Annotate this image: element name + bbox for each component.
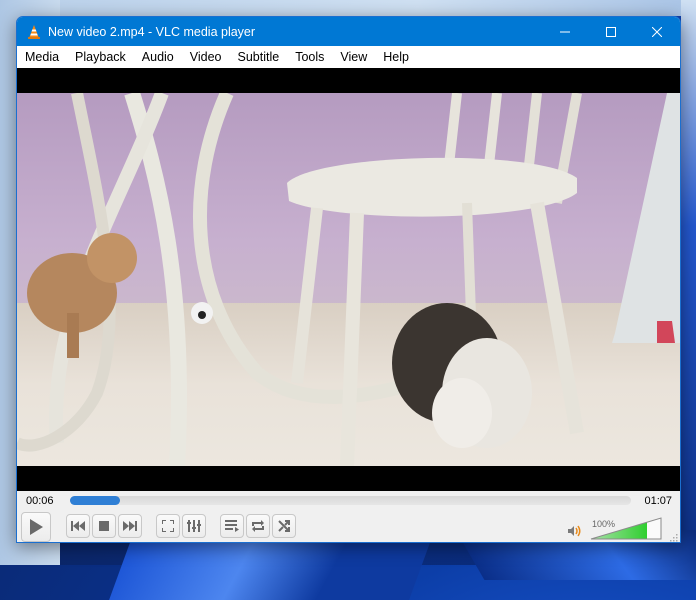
speaker-icon [568, 525, 581, 537]
close-button[interactable] [634, 17, 680, 46]
menu-tools[interactable]: Tools [287, 50, 332, 64]
playlist-button[interactable] [220, 514, 244, 538]
menu-view[interactable]: View [332, 50, 375, 64]
seek-row: 00:06 01:07 [17, 491, 680, 511]
video-frame [17, 93, 680, 466]
menu-subtitle[interactable]: Subtitle [230, 50, 288, 64]
minimize-icon [560, 31, 570, 32]
loop-icon [252, 520, 264, 532]
title-bar[interactable]: New video 2.mp4 - VLC media player [17, 17, 680, 46]
menu-media[interactable]: Media [17, 50, 67, 64]
window-title: New video 2.mp4 - VLC media player [48, 24, 256, 39]
stop-icon [99, 521, 109, 531]
menu-help[interactable]: Help [375, 50, 417, 64]
menu-bar: Media Playback Audio Video Subtitle Tool… [17, 46, 680, 68]
close-icon [652, 26, 662, 37]
seek-progress [70, 496, 121, 505]
play-button[interactable] [21, 512, 51, 542]
resize-grip-icon[interactable] [670, 534, 678, 542]
fullscreen-icon [162, 520, 174, 532]
maximize-button[interactable] [588, 17, 634, 46]
mute-button[interactable] [568, 524, 582, 538]
menu-video[interactable]: Video [182, 50, 230, 64]
seek-slider[interactable] [70, 496, 631, 505]
menu-audio[interactable]: Audio [134, 50, 182, 64]
menu-playback[interactable]: Playback [67, 50, 134, 64]
stop-button[interactable] [92, 514, 116, 538]
wallpaper-swirl [109, 540, 431, 600]
desktop-background [0, 0, 696, 16]
video-output[interactable] [17, 68, 680, 491]
skip-previous-icon [71, 521, 85, 531]
loop-button[interactable] [246, 514, 270, 538]
equalizer-icon [187, 520, 201, 532]
desktop-background-right [681, 0, 696, 565]
play-icon [30, 519, 43, 535]
vlc-window: New video 2.mp4 - VLC media player Media… [16, 16, 681, 543]
volume-percent: 100% [592, 519, 616, 529]
previous-button[interactable] [66, 514, 90, 538]
playlist-icon [225, 520, 239, 532]
shuffle-button[interactable] [272, 514, 296, 538]
skip-next-icon [123, 521, 137, 531]
video-scene [17, 93, 680, 466]
time-elapsed[interactable]: 00:06 [26, 495, 54, 507]
vlc-cone-icon [26, 24, 42, 40]
minimize-button[interactable] [542, 17, 588, 46]
maximize-icon [606, 26, 616, 37]
next-button[interactable] [118, 514, 142, 538]
shuffle-icon [278, 520, 290, 532]
fullscreen-button[interactable] [156, 514, 180, 538]
extended-settings-button[interactable] [182, 514, 206, 538]
time-total[interactable]: 01:07 [644, 495, 672, 507]
playback-controls: 100% [17, 511, 680, 542]
